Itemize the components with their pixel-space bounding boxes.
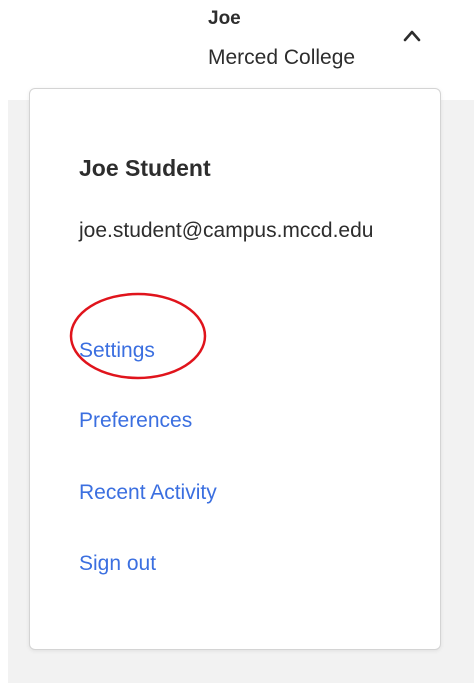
page: Joe Merced College Joe Student joe.stude… [0, 0, 474, 683]
user-email: joe.student@campus.mccd.edu [79, 219, 374, 242]
annotation-circle [69, 292, 207, 380]
account-dropdown: Joe Student joe.student@campus.mccd.edu … [29, 88, 441, 650]
preferences-link[interactable]: Preferences [79, 409, 192, 433]
settings-link[interactable]: Settings [79, 339, 155, 363]
recent-activity-link[interactable]: Recent Activity [79, 481, 217, 505]
account-name: Joe [208, 8, 241, 29]
chevron-up-icon[interactable] [403, 28, 421, 42]
account-menu-toggle[interactable]: Joe Merced College [200, 0, 474, 90]
user-full-name: Joe Student [79, 155, 211, 181]
sign-out-link[interactable]: Sign out [79, 552, 156, 576]
account-organization: Merced College [208, 46, 356, 69]
